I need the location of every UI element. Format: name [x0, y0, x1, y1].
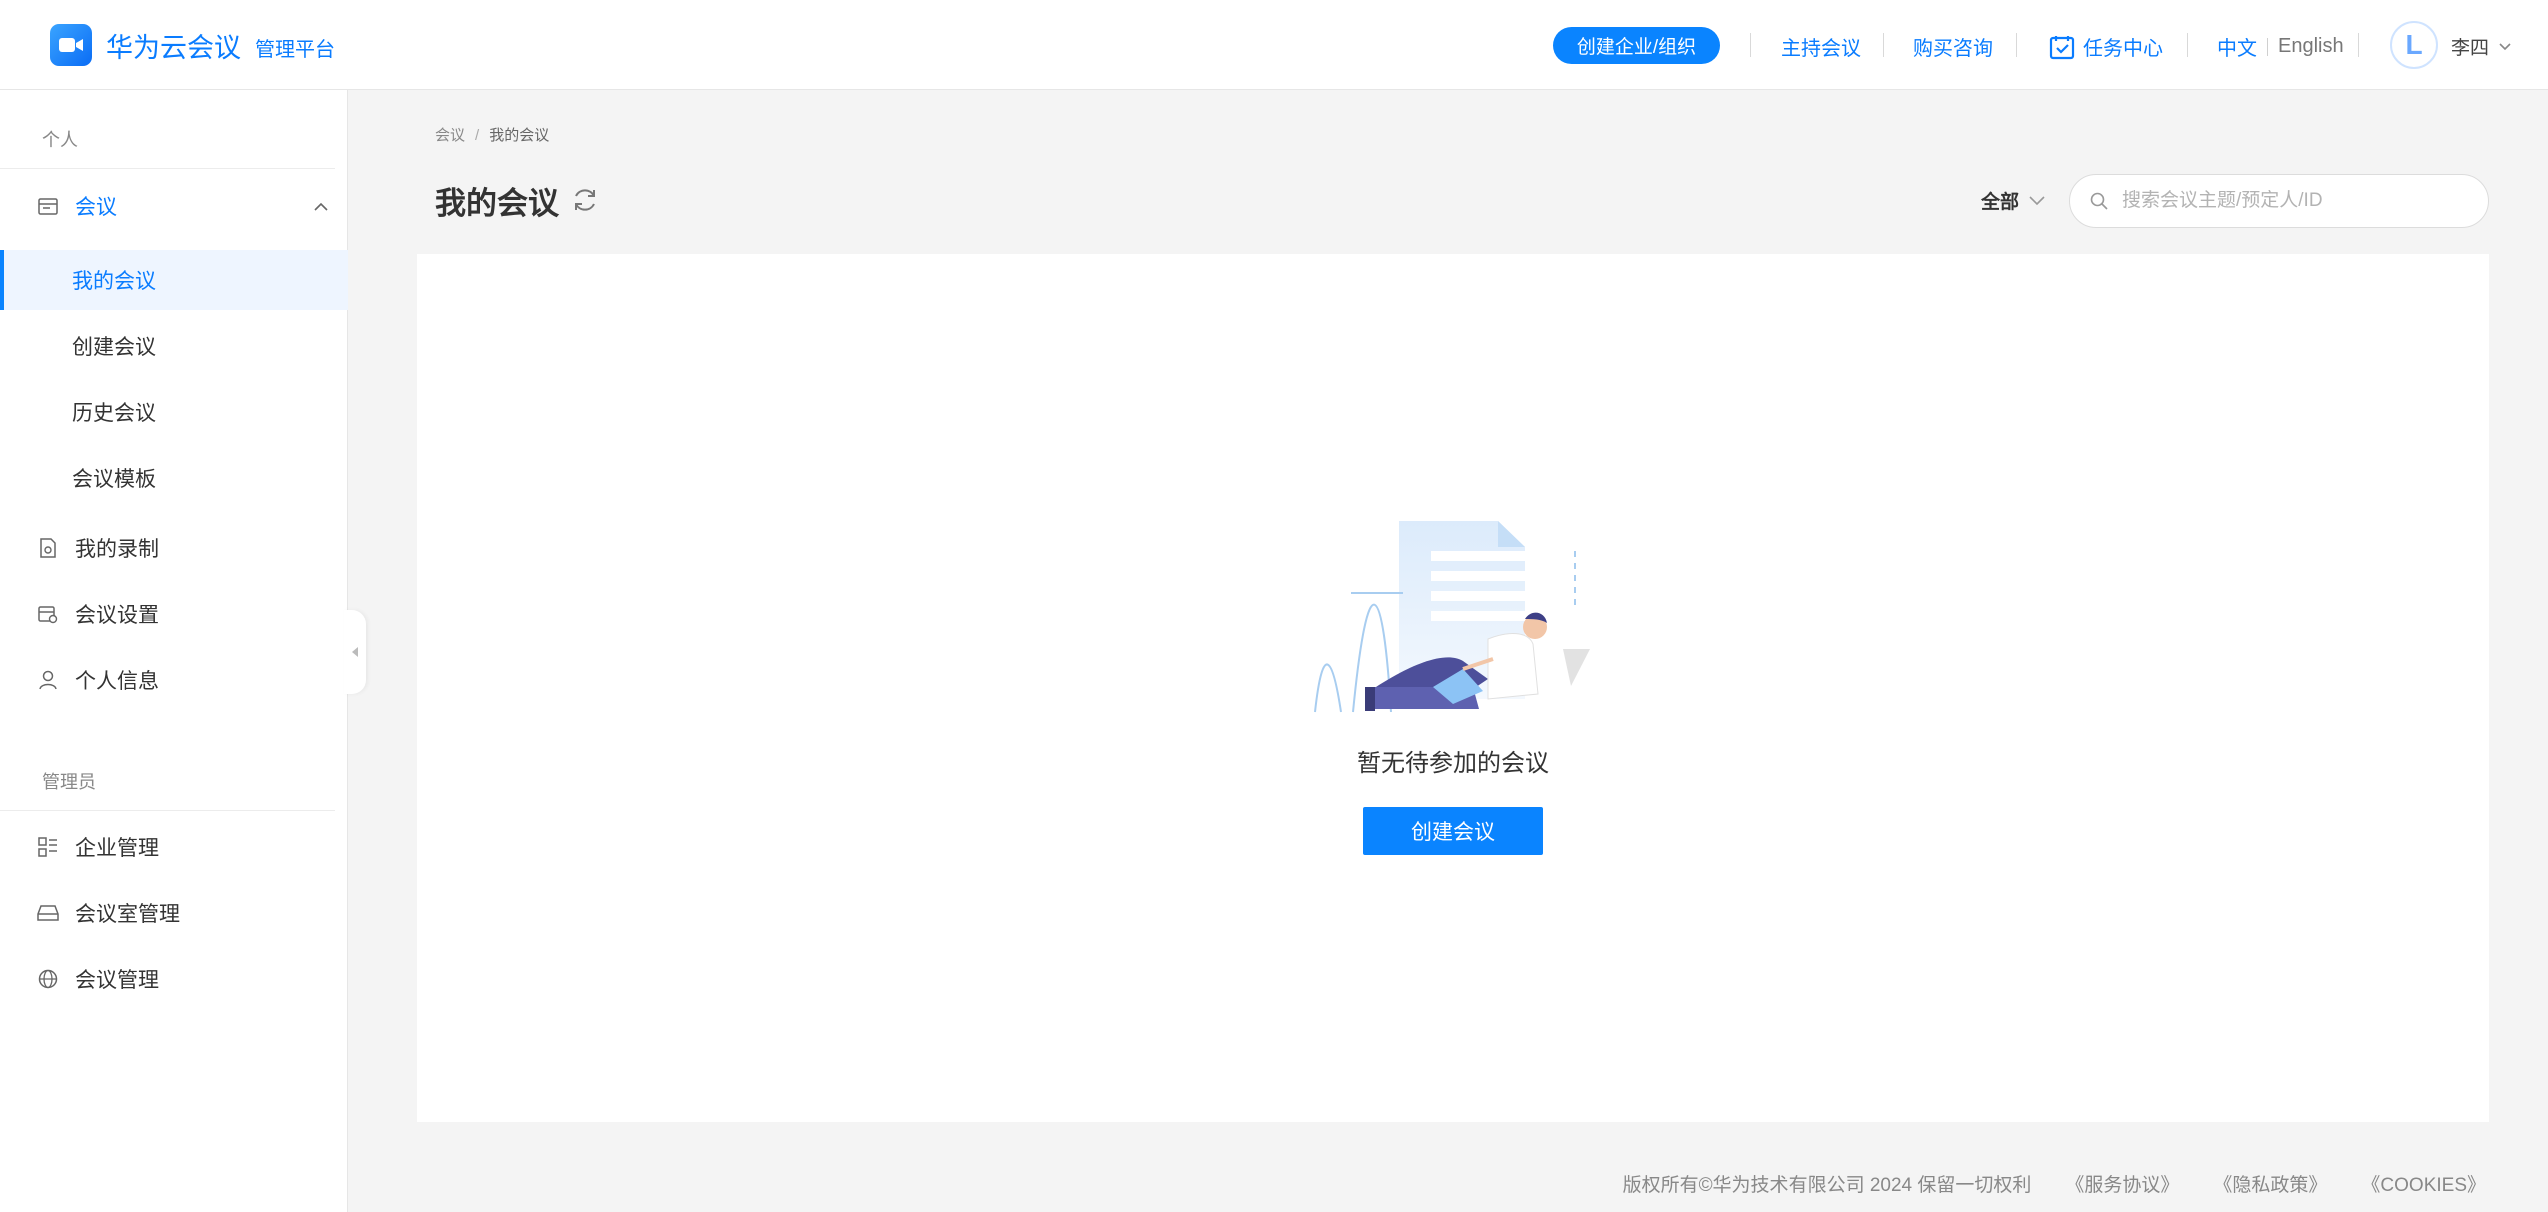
filter-label: 全部 [1981, 192, 2020, 213]
enterprise-grid-icon [37, 836, 59, 858]
search-icon [2090, 192, 2108, 210]
sidebar-divider [0, 168, 335, 169]
sidebar-item-recordings[interactable]: 我的录制 [0, 518, 348, 578]
create-org-button[interactable]: 创建企业/组织 [1553, 27, 1720, 64]
top-header: 华为云会议 管理平台 创建企业/组织 主持会议 购买咨询 任务中心 中文 Eng… [0, 0, 2548, 90]
calendar-icon [37, 195, 59, 217]
lang-en-option[interactable]: English [2278, 35, 2344, 58]
sidebar-subitem-templates[interactable]: 会议模板 [0, 448, 348, 508]
sidebar-item-meeting-rooms[interactable]: 会议室管理 [0, 883, 348, 943]
avatar-letter: L [2405, 29, 2423, 60]
header-divider [2358, 33, 2359, 57]
sidebar-item-label: 会议设置 [75, 604, 159, 627]
app-name: 华为云会议 [106, 32, 241, 63]
privacy-policy-link[interactable]: 《隐私政策》 [2213, 1170, 2327, 1197]
purchase-link[interactable]: 购买咨询 [1913, 32, 1993, 61]
breadcrumb: 会议 / 我的会议 [435, 124, 549, 145]
sidebar-item-meeting-management[interactable]: 会议管理 [0, 949, 348, 1009]
caret-left-icon [351, 646, 359, 658]
sidebar-item-label: 我的录制 [75, 538, 159, 561]
sidebar-item-meetings[interactable]: 会议 [0, 176, 348, 236]
globe-icon [37, 968, 59, 990]
refresh-icon[interactable] [571, 186, 599, 219]
app-subtitle: 管理平台 [255, 38, 335, 61]
empty-state-message: 暂无待参加的会议 [1357, 750, 1549, 777]
sidebar-item-label: 个人信息 [75, 670, 159, 693]
video-camera-icon [50, 24, 92, 66]
sidebar-subitem-history[interactable]: 历史会议 [0, 382, 348, 442]
breadcrumb-separator: / [475, 127, 480, 144]
username-label: 李四 [2451, 38, 2490, 59]
chevron-up-icon [314, 202, 328, 211]
sidebar-item-meeting-settings[interactable]: 会议设置 [0, 584, 348, 644]
breadcrumb-item[interactable]: 会议 [435, 127, 465, 144]
page-title: 我的会议 [435, 186, 559, 221]
sidebar-item-label: 会议管理 [75, 969, 159, 992]
copyright-text: 版权所有©华为技术有限公司 2024 保留一切权利 [1622, 1175, 2032, 1196]
lang-zh-option[interactable]: 中文 [2217, 32, 2257, 61]
lang-divider [2267, 37, 2268, 56]
avatar[interactable]: L [2390, 21, 2438, 69]
task-center-label: 任务中心 [2083, 38, 2163, 60]
recording-doc-icon [37, 537, 59, 559]
sidebar-item-label: 会议室管理 [75, 903, 180, 926]
header-divider [1750, 33, 1751, 57]
footer: 版权所有©华为技术有限公司 2024 保留一切权利 《服务协议》 《隐私政策》 … [1589, 1170, 2486, 1197]
sidebar: 个人 会议 我的会议 创建会议 历史会议 会议模板 我的录制 会议设置 个人信息… [0, 90, 348, 1212]
section-personal-label: 个人 [42, 130, 78, 150]
task-center-link[interactable]: 任务中心 [2049, 32, 2163, 61]
user-menu[interactable]: 李四 [2451, 33, 2511, 60]
meeting-room-icon [37, 902, 59, 924]
meeting-search[interactable] [2069, 174, 2489, 228]
service-agreement-link[interactable]: 《服务协议》 [2065, 1170, 2179, 1197]
header-divider [1883, 33, 1884, 57]
calendar-settings-icon [37, 603, 59, 625]
chevron-down-icon [2029, 195, 2045, 206]
empty-state-illustration [1313, 519, 1593, 724]
cookies-link[interactable]: 《COOKIES》 [2361, 1170, 2486, 1197]
sidebar-subitem-create-meeting[interactable]: 创建会议 [0, 316, 348, 376]
header-divider [2187, 33, 2188, 57]
sidebar-item-personal-info[interactable]: 个人信息 [0, 650, 348, 710]
meeting-filter-dropdown[interactable]: 全部 [1981, 187, 2045, 214]
sidebar-divider [0, 810, 335, 811]
sidebar-subitem-my-meetings[interactable]: 我的会议 [0, 250, 348, 310]
sidebar-collapse-handle[interactable] [344, 610, 366, 694]
sidebar-item-label: 企业管理 [75, 837, 159, 860]
section-admin-label: 管理员 [42, 772, 96, 792]
chevron-down-icon [2499, 42, 2511, 51]
host-meeting-link[interactable]: 主持会议 [1781, 32, 1861, 61]
breadcrumb-current: 我的会议 [489, 127, 550, 144]
sidebar-item-label: 会议 [75, 196, 117, 219]
header-divider [2016, 33, 2017, 57]
create-meeting-button[interactable]: 创建会议 [1363, 807, 1543, 855]
task-check-icon [2049, 34, 2075, 60]
user-icon [37, 669, 59, 691]
search-input[interactable] [2122, 190, 2462, 212]
sidebar-item-enterprise[interactable]: 企业管理 [0, 817, 348, 877]
app-logo[interactable]: 华为云会议 管理平台 [50, 24, 335, 66]
language-switch: 中文 English [2217, 32, 2344, 61]
